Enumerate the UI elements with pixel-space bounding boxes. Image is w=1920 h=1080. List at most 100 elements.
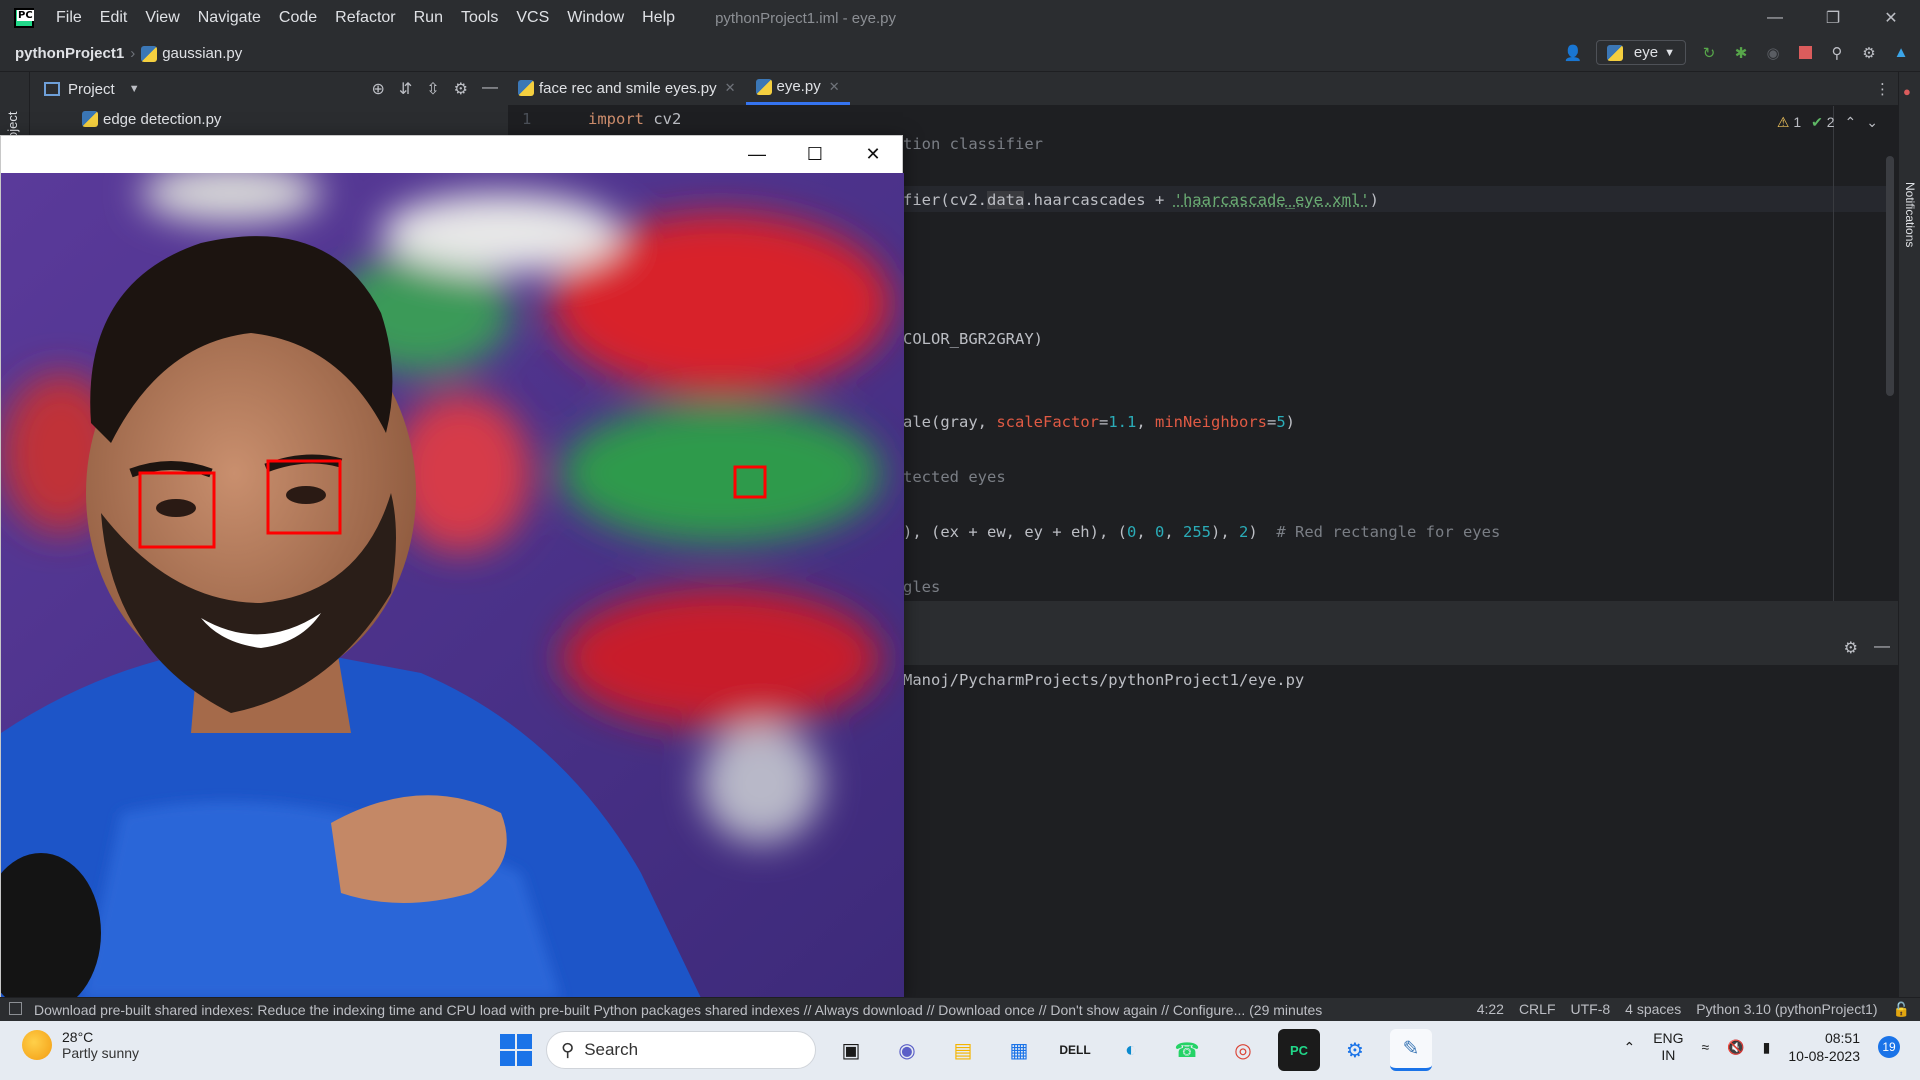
menu-navigate[interactable]: Navigate [198,9,261,27]
dell-icon[interactable]: DELL [1054,1029,1096,1071]
image-viewer-window[interactable]: — ☐ ✕ [0,135,904,998]
close-button[interactable]: ✕ [844,136,902,173]
microsoft-store-icon[interactable]: ▦ [998,1029,1040,1071]
image-window-titlebar[interactable]: — ☐ ✕ [1,136,902,173]
inspection-widget[interactable]: ⚠ 1 ✔ 2 ⌃ ⌄ [1777,114,1878,131]
menu-code[interactable]: Code [279,9,317,27]
collapse-all-icon[interactable]: ⇳ [426,79,439,99]
lock-icon[interactable]: 🔓 [1893,1001,1910,1018]
tab-face-rec[interactable]: face rec and smile eyes.py ✕ [508,71,746,105]
teams-chat-icon[interactable]: ◉ [886,1029,928,1071]
menu-refactor[interactable]: Refactor [335,9,395,27]
tab-eye[interactable]: eye.py ✕ [745,71,850,105]
start-button[interactable] [500,1034,532,1066]
python-file-icon [82,111,98,127]
restore-button[interactable]: ❐ [1804,0,1862,36]
menu-help[interactable]: Help [642,9,675,27]
clock[interactable]: 08:51 10-08-2023 [1788,1029,1860,1065]
rerun-icon[interactable]: ↻ [1700,44,1718,62]
gear-icon[interactable]: ⚙ [1860,44,1878,62]
menu-run[interactable]: Run [414,9,443,27]
python-app-icon[interactable]: ✎ [1390,1029,1432,1071]
stop-icon[interactable] [1796,44,1814,62]
battery-icon[interactable]: ▮ [1763,1039,1771,1056]
chevron-down-icon[interactable]: ▼ [129,83,140,95]
typo-count-value: 2 [1826,114,1835,130]
breadcrumb-file[interactable]: gaussian.py [162,45,242,62]
hide-icon[interactable]: — [482,79,498,99]
detection-photo [1,173,904,998]
typo-count[interactable]: ✔ 2 [1811,114,1834,131]
hide-icon[interactable]: — [1874,638,1890,658]
debug-icon[interactable]: ✱ [1732,44,1750,62]
toggle-tool-windows-icon[interactable] [9,1002,22,1015]
partly-sunny-icon [22,1030,52,1060]
menu-file[interactable]: File [56,9,82,27]
weather-desc: Partly sunny [62,1045,140,1061]
search-label: Search [584,1040,639,1059]
editor-scrollbar[interactable] [1886,156,1894,396]
gear-icon[interactable]: ⚙ [454,79,468,99]
user-icon[interactable]: 👤 [1564,44,1583,62]
wifi-icon[interactable]: ≈ [1702,1039,1710,1055]
menu-view[interactable]: View [145,9,179,27]
chevron-up-icon[interactable]: ⌃ [1845,114,1857,131]
edge-browser-icon[interactable]: ◐ [1110,1029,1152,1071]
mute-icon[interactable]: 🔇 [1727,1039,1744,1056]
status-message[interactable]: Download pre-built shared indexes: Reduc… [34,1002,1434,1018]
navigation-bar: pythonProject1 › gaussian.py 👤 eye ▼ ↻ ✱… [0,36,1920,72]
whatsapp-icon[interactable]: ☎ [1166,1029,1208,1071]
warning-count[interactable]: ⚠ 1 [1777,114,1801,131]
chevron-right-icon: › [130,45,136,62]
more-vertical-icon[interactable]: ⋮ [1875,80,1890,98]
code-token: ale(gray, [903,413,997,431]
code-token: cv2 [644,110,682,128]
maximize-button[interactable]: ☐ [786,136,844,173]
task-view-icon[interactable]: ▣ [830,1029,872,1071]
menu-vcs[interactable]: VCS [516,9,549,27]
gear-icon[interactable]: ⚙ [1844,638,1858,658]
breadcrumb-project[interactable]: pythonProject1 [15,45,124,62]
pycharm-icon[interactable]: PC [1278,1029,1320,1071]
editor-tabs: face rec and smile eyes.py ✕ eye.py ✕ ⋮ [508,72,1898,106]
coverage-icon[interactable]: ◉ [1764,44,1782,62]
chrome-icon[interactable]: ◎ [1222,1029,1264,1071]
bell-icon[interactable]: ● [1903,84,1911,99]
file-explorer-icon[interactable]: ▤ [942,1029,984,1071]
close-tab-icon[interactable]: ✕ [725,80,736,96]
interpreter-selector[interactable]: Python 3.10 (pythonProject1) [1696,1001,1877,1018]
jetbrains-ai-icon[interactable]: ▲ [1892,44,1910,62]
close-button[interactable]: ✕ [1862,0,1920,36]
menu-edit[interactable]: Edit [100,9,128,27]
menu-tools[interactable]: Tools [461,9,498,27]
notifications-tool-window-label[interactable]: Notifications [1903,182,1917,247]
locate-icon[interactable]: ⊕ [371,79,384,99]
taskbar-search[interactable]: ⚲ Search [546,1031,816,1069]
minimize-button[interactable]: — [1746,0,1804,36]
run-config-selector[interactable]: eye ▼ [1595,40,1686,65]
tree-item[interactable]: edge detection.py [30,106,508,132]
project-icon [44,82,60,96]
minimize-button[interactable]: — [728,136,786,173]
file-encoding[interactable]: UTF-8 [1571,1001,1611,1018]
indent-setting[interactable]: 4 spaces [1625,1001,1681,1018]
close-tab-icon[interactable]: ✕ [829,79,840,95]
notification-badge[interactable]: 19 [1878,1036,1900,1058]
navbar-actions: 👤 eye ▼ ↻ ✱ ◉ ⚲ ⚙ ▲ [1564,40,1910,65]
expand-all-icon[interactable]: ⇵ [399,79,412,99]
caret-position[interactable]: 4:22 [1477,1001,1504,1018]
weather-widget[interactable]: 28°C Partly sunny [22,1029,139,1061]
chevron-down-icon[interactable]: ⌄ [1866,114,1878,131]
project-panel-title[interactable]: Project [68,81,115,98]
language-indicator[interactable]: ENG IN [1653,1030,1683,1064]
search-icon[interactable]: ⚲ [1828,44,1846,62]
right-tool-strip: ● Notifications [1898,72,1920,1007]
line-separator[interactable]: CRLF [1519,1001,1556,1018]
right-margin-guide [1833,106,1834,601]
menu-window[interactable]: Window [567,9,624,27]
code-token: ) [1248,523,1277,541]
chevron-down-icon: ▼ [1664,46,1675,59]
settings-app-icon[interactable]: ⚙ [1334,1029,1376,1071]
image-canvas [1,173,904,998]
chevron-up-icon[interactable]: ⌃ [1623,1039,1635,1056]
